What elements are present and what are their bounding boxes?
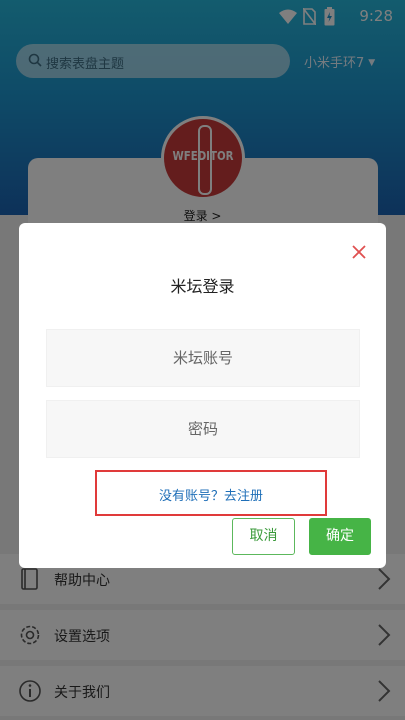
register-link[interactable]: 没有账号？去注册 [97,485,325,504]
dialog-title: 米坛登录 [170,277,235,296]
close-icon[interactable] [350,243,368,261]
password-field-container [46,400,360,458]
register-highlight-box: 没有账号？去注册 [95,470,327,516]
password-field[interactable] [47,401,359,457]
account-field[interactable] [47,330,359,386]
login-dialog: 米坛登录 没有账号？去注册 取消 确定 [19,223,386,568]
account-field-container [46,329,360,387]
confirm-button[interactable]: 确定 [309,518,371,555]
cancel-button[interactable]: 取消 [232,518,295,555]
